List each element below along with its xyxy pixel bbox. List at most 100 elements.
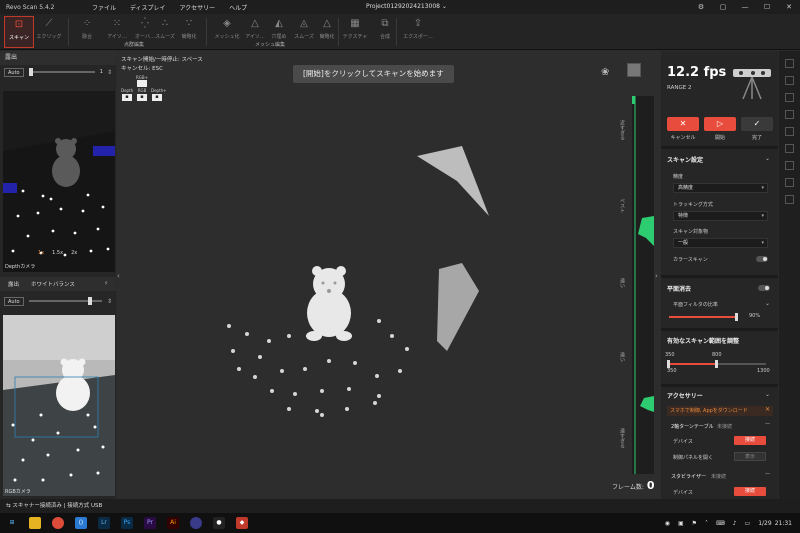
range-slider-selected[interactable] [668,363,716,365]
depth-best-label: ベスト [619,198,625,213]
photoshop-icon[interactable]: Ps [121,517,133,529]
chrome-icon[interactable] [52,517,64,529]
collapse-icon[interactable]: — [765,471,770,477]
tool-icon-5[interactable] [785,127,794,136]
zoom-1-5x[interactable]: 1.5x [52,250,63,256]
tool-icon-2[interactable] [785,76,794,85]
notice-close-icon[interactable]: ✕ [765,406,770,413]
chevron-down-icon[interactable]: ⌄ [765,300,770,307]
fusion-button[interactable]: ⁘ 融合 [72,16,102,40]
zoom-1x[interactable]: 1x [38,250,44,256]
scanner-icon: ⊡ [14,19,24,30]
auto-rgb-exposure-button[interactable]: Auto [4,296,24,306]
menu-accessory[interactable]: アクセサリー [179,5,215,12]
range-slider-track[interactable] [716,363,766,365]
plane-removal-title: 平面消去 [667,286,692,293]
premiere-icon[interactable]: Pr [144,517,156,529]
file-explorer-icon[interactable] [29,517,41,529]
depth-histogram-chart [632,86,654,474]
plane-removal-toggle[interactable] [758,285,770,291]
3d-viewport[interactable]: スキャン開始/一時停止: スペース キャンセル: ESC RGB+ Depth ▪… [117,51,661,499]
revo-scan-icon[interactable]: ◆ [236,517,248,529]
zoom-2x[interactable]: 2x [71,250,77,256]
project-name[interactable]: Project01292024213008 ⌄ [366,3,447,10]
lightroom-icon[interactable]: Lr [98,517,110,529]
auto-exposure-button[interactable]: Auto [4,67,24,77]
simplify-points-button[interactable]: ∵ 簡略化 [174,16,204,40]
tracking-select[interactable]: 特徴 [673,211,768,221]
tray-icon-1[interactable]: ◉ [665,520,670,527]
settings-icon[interactable]: ⚙ [690,0,712,14]
isolation-button[interactable]: ⁙ アイソ… [102,16,132,40]
collapse-icon[interactable]: — [765,421,770,427]
keyboard-icon[interactable]: ⌨ [716,520,725,527]
app-download-notice[interactable]: スマホで制御, Appをダウンロード [667,406,773,416]
turntable-connect-button[interactable]: 接続 [734,436,766,445]
menu-display[interactable]: ディスプレイ [130,5,166,12]
tracking-label: トラッキング方式 [673,202,713,208]
app-icon-9[interactable]: ● [213,517,225,529]
tool-icon-3[interactable] [785,93,794,102]
vscode-icon[interactable]: ⟨⟩ [75,517,87,529]
tool-icon-6[interactable] [785,144,794,153]
accuracy-select[interactable]: 高精度 [673,183,768,193]
menu-help[interactable]: ヘルプ [229,5,247,12]
export-button[interactable]: ⇪ エクスポー… [400,16,436,40]
done-button[interactable]: ✓ [741,117,773,131]
mesh-button[interactable]: ◈ メッシュ化 [212,16,242,40]
range-low-handle[interactable] [667,360,670,368]
plane-filter-handle[interactable] [735,313,738,321]
chevron-down-icon[interactable]: ⌄ [765,155,770,162]
range-high-handle[interactable] [715,360,718,368]
scan-button[interactable]: ⊡ スキャン [4,16,34,48]
chevron-down-icon[interactable]: ⌄ [765,391,770,398]
illustrator-icon[interactable]: Ai [167,517,179,529]
tool-icon-7[interactable] [785,161,794,170]
display-icon[interactable]: ▭ [745,520,751,527]
menu-file[interactable]: ファイル [92,5,116,12]
object-label: スキャン対象物 [673,229,709,235]
tool-icon-9[interactable] [785,195,794,204]
tab-white-balance[interactable]: ホワイトバランス [27,280,79,288]
control-panel-show-button[interactable]: 表示 [734,452,766,461]
tray-icon-2[interactable]: ▣ [678,520,684,527]
section-mesh-edit: メッシュ編集 [255,42,286,48]
accuracy-label: 精度 [673,174,684,180]
plane-filter-slider[interactable] [669,316,735,318]
panel-collapse-icon[interactable]: › [655,272,658,280]
rgb-stepper-icon[interactable]: ⇕ [107,298,112,305]
control-panel-label: 制御パネルを開く [673,455,714,461]
app-icon-8[interactable] [190,517,202,529]
tray-icon-3[interactable]: ⚑ [692,520,697,527]
chevron-up-icon[interactable]: ˄ [705,520,708,527]
exposure-stepper-icon[interactable]: ⇕ [107,69,112,76]
close-icon[interactable]: ✕ [778,0,800,14]
accessory-title: アクセサリー [667,393,703,400]
exposure-slider[interactable] [28,68,95,76]
tab-exposure[interactable]: 露出 [0,280,27,288]
texture-button[interactable]: ▦ テクスチャ [340,16,370,40]
rgb-camera-label: RGBカメラ [5,489,31,495]
start-button[interactable]: ▷ [704,117,736,131]
rgb-exposure-slider[interactable] [28,297,102,305]
stabilizer-connect-button[interactable]: 接続 [734,487,766,496]
wand-button[interactable]: ⟋ エクリッグ [34,16,64,40]
speaker-icon[interactable]: ♪ [733,520,737,527]
exposure-slider-handle[interactable] [28,68,33,76]
windows-start-icon[interactable]: ⊞ [6,517,18,529]
maximize-icon[interactable]: ☐ [756,0,778,14]
texture-icon: ▦ [350,18,360,29]
object-select[interactable]: 一般 [673,238,768,248]
tool-icon-8[interactable] [785,178,794,187]
tool-icon-1[interactable] [785,59,794,68]
minimize-icon[interactable]: — [734,0,756,14]
color-scan-toggle[interactable] [756,256,768,262]
tool-icon-4[interactable] [785,110,794,119]
color-scan-label: カラースキャン [673,257,708,263]
cancel-button[interactable]: ✕ [667,117,699,131]
rgb-exposure-slider-handle[interactable] [87,297,92,305]
page-icon[interactable]: ▢ [712,0,734,14]
left-panel-collapse-icon[interactable]: ‹ [117,272,120,280]
flash-icon[interactable]: ⚡ [104,281,108,287]
camera-panel: 露出 Auto 1 ⇕ 1x 1.5x 2x Depthカメラ 露出 ホワイトバ… [0,51,116,499]
